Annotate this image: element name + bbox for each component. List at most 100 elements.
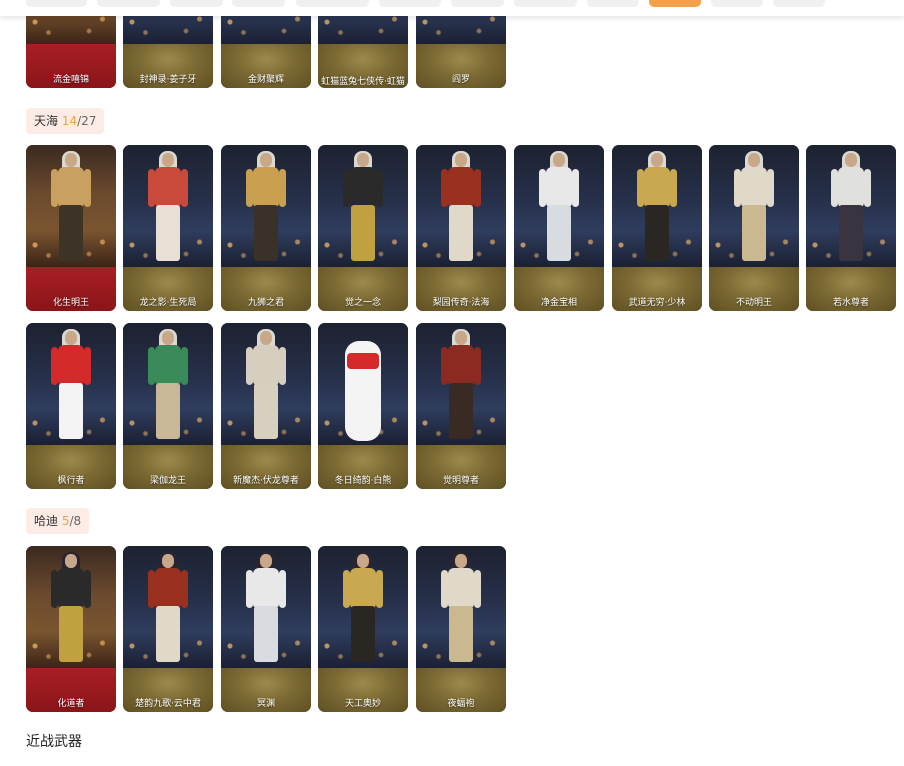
skin-portrait	[416, 546, 506, 668]
skin-name: 化生明王	[52, 298, 89, 308]
skin-card[interactable]: 武道无穷·少林	[612, 145, 702, 311]
category-tab[interactable]	[514, 0, 577, 7]
skin-name: 虹猫蓝兔七侠传·虹猫	[321, 77, 405, 87]
skin-card[interactable]: 夜蝠袍	[416, 546, 506, 712]
character-figure	[244, 151, 288, 267]
skin-portrait	[318, 145, 408, 267]
skin-card[interactable]: 化生明王	[26, 145, 116, 311]
character-figure	[439, 151, 483, 267]
skin-card[interactable]: 冥渊	[221, 546, 311, 712]
category-tab[interactable]	[451, 0, 504, 7]
category-tab[interactable]	[587, 0, 639, 7]
skin-portrait	[123, 546, 213, 668]
skin-card[interactable]: 楚韵九歌·云中君	[123, 546, 213, 712]
character-figure	[49, 552, 93, 668]
skin-card[interactable]: 梁伽龙王	[123, 323, 213, 489]
character-figure	[146, 552, 190, 668]
category-tab[interactable]	[26, 0, 87, 7]
character-figure	[635, 151, 679, 267]
skin-name: 武道无穷·少林	[628, 298, 686, 308]
skin-name: 流金嘻锦	[52, 75, 89, 85]
category-tab[interactable]	[170, 0, 223, 7]
skin-name: 封神录·姜子牙	[139, 75, 197, 85]
skin-portrait	[318, 323, 408, 445]
skin-name: 天工奥妙	[344, 699, 381, 709]
skin-card[interactable]: 觉之一念	[318, 145, 408, 311]
skin-portrait	[416, 145, 506, 267]
skin-portrait	[221, 546, 311, 668]
character-figure	[49, 151, 93, 267]
skin-card[interactable]: 天工奥妙	[318, 546, 408, 712]
group-header-tianhai: 天海 14/27	[26, 108, 105, 134]
character-figure	[829, 151, 873, 267]
skin-card[interactable]: 枫行者	[26, 323, 116, 489]
skin-name: 不动明王	[735, 298, 772, 308]
skin-card[interactable]: 化道者	[26, 546, 116, 712]
section-title-melee-weapons: 近战武器	[26, 734, 82, 750]
skin-portrait	[806, 145, 896, 267]
skin-portrait	[123, 323, 213, 445]
category-tab[interactable]	[711, 0, 763, 7]
skin-card[interactable]: 净金宝相	[514, 145, 604, 311]
character-figure	[244, 552, 288, 668]
skin-portrait	[26, 145, 116, 267]
skin-card[interactable]: 若水尊者	[806, 145, 896, 311]
character-figure	[341, 552, 385, 668]
skin-name: 阎罗	[451, 75, 470, 85]
skin-portrait	[123, 145, 213, 267]
character-figure	[341, 151, 385, 267]
skin-name: 净金宝相	[540, 298, 577, 308]
category-tab[interactable]	[773, 0, 825, 7]
character-figure	[49, 329, 93, 445]
skin-portrait	[26, 323, 116, 445]
character-figure	[244, 329, 288, 445]
owned-count: 14	[61, 114, 78, 128]
category-tab-active[interactable]	[649, 0, 701, 7]
category-tab-bar	[0, 0, 904, 16]
skin-portrait	[612, 145, 702, 267]
skin-portrait	[709, 145, 799, 267]
character-figure	[537, 151, 581, 267]
skin-name: 冥渊	[256, 699, 275, 709]
skin-portrait	[26, 546, 116, 668]
skin-name: 楚韵九歌·云中君	[135, 699, 201, 709]
skin-card[interactable]: 新魔杰·伏龙尊者	[221, 323, 311, 489]
skin-name: 九狮之君	[247, 298, 284, 308]
category-tab[interactable]	[379, 0, 441, 7]
character-figure	[341, 331, 385, 445]
category-tab[interactable]	[97, 0, 160, 7]
skin-portrait	[514, 145, 604, 267]
skin-card[interactable]: 不动明王	[709, 145, 799, 311]
skin-card[interactable]: 觉明尊者	[416, 323, 506, 489]
skin-name: 觉之一念	[344, 298, 381, 308]
skin-name: 若水尊者	[832, 298, 869, 308]
group-label: 哈迪	[34, 514, 59, 528]
skin-name: 觉明尊者	[442, 476, 479, 486]
skin-card[interactable]: 九狮之君	[221, 145, 311, 311]
skin-card[interactable]: 梨园传奇·法海	[416, 145, 506, 311]
skin-name: 金财聚辉	[247, 75, 284, 85]
skin-name: 梨园传奇·法海	[432, 298, 490, 308]
character-figure	[146, 329, 190, 445]
character-figure	[732, 151, 776, 267]
skin-name: 夜蝠袍	[447, 699, 475, 709]
group-header-hadi: 哈迪 5/8	[26, 508, 90, 534]
skin-name: 龙之影·生死局	[139, 298, 197, 308]
skin-portrait	[221, 323, 311, 445]
skin-portrait	[416, 323, 506, 445]
category-tab[interactable]	[296, 0, 369, 7]
skin-name: 新魔杰·伏龙尊者	[233, 476, 299, 486]
skin-name: 梁伽龙王	[149, 476, 186, 486]
total-count: 8	[73, 514, 82, 528]
group-label: 天海	[34, 114, 59, 128]
skin-name: 枫行者	[57, 476, 85, 486]
skin-name: 化道者	[57, 699, 85, 709]
total-count: 27	[81, 114, 97, 128]
character-figure	[146, 151, 190, 267]
character-figure	[439, 329, 483, 445]
category-tab[interactable]	[232, 0, 285, 7]
skin-card[interactable]: 冬日绮韵·白熊	[318, 323, 408, 489]
skin-portrait	[221, 145, 311, 267]
skin-card[interactable]: 龙之影·生死局	[123, 145, 213, 311]
skin-name: 冬日绮韵·白熊	[334, 476, 392, 486]
